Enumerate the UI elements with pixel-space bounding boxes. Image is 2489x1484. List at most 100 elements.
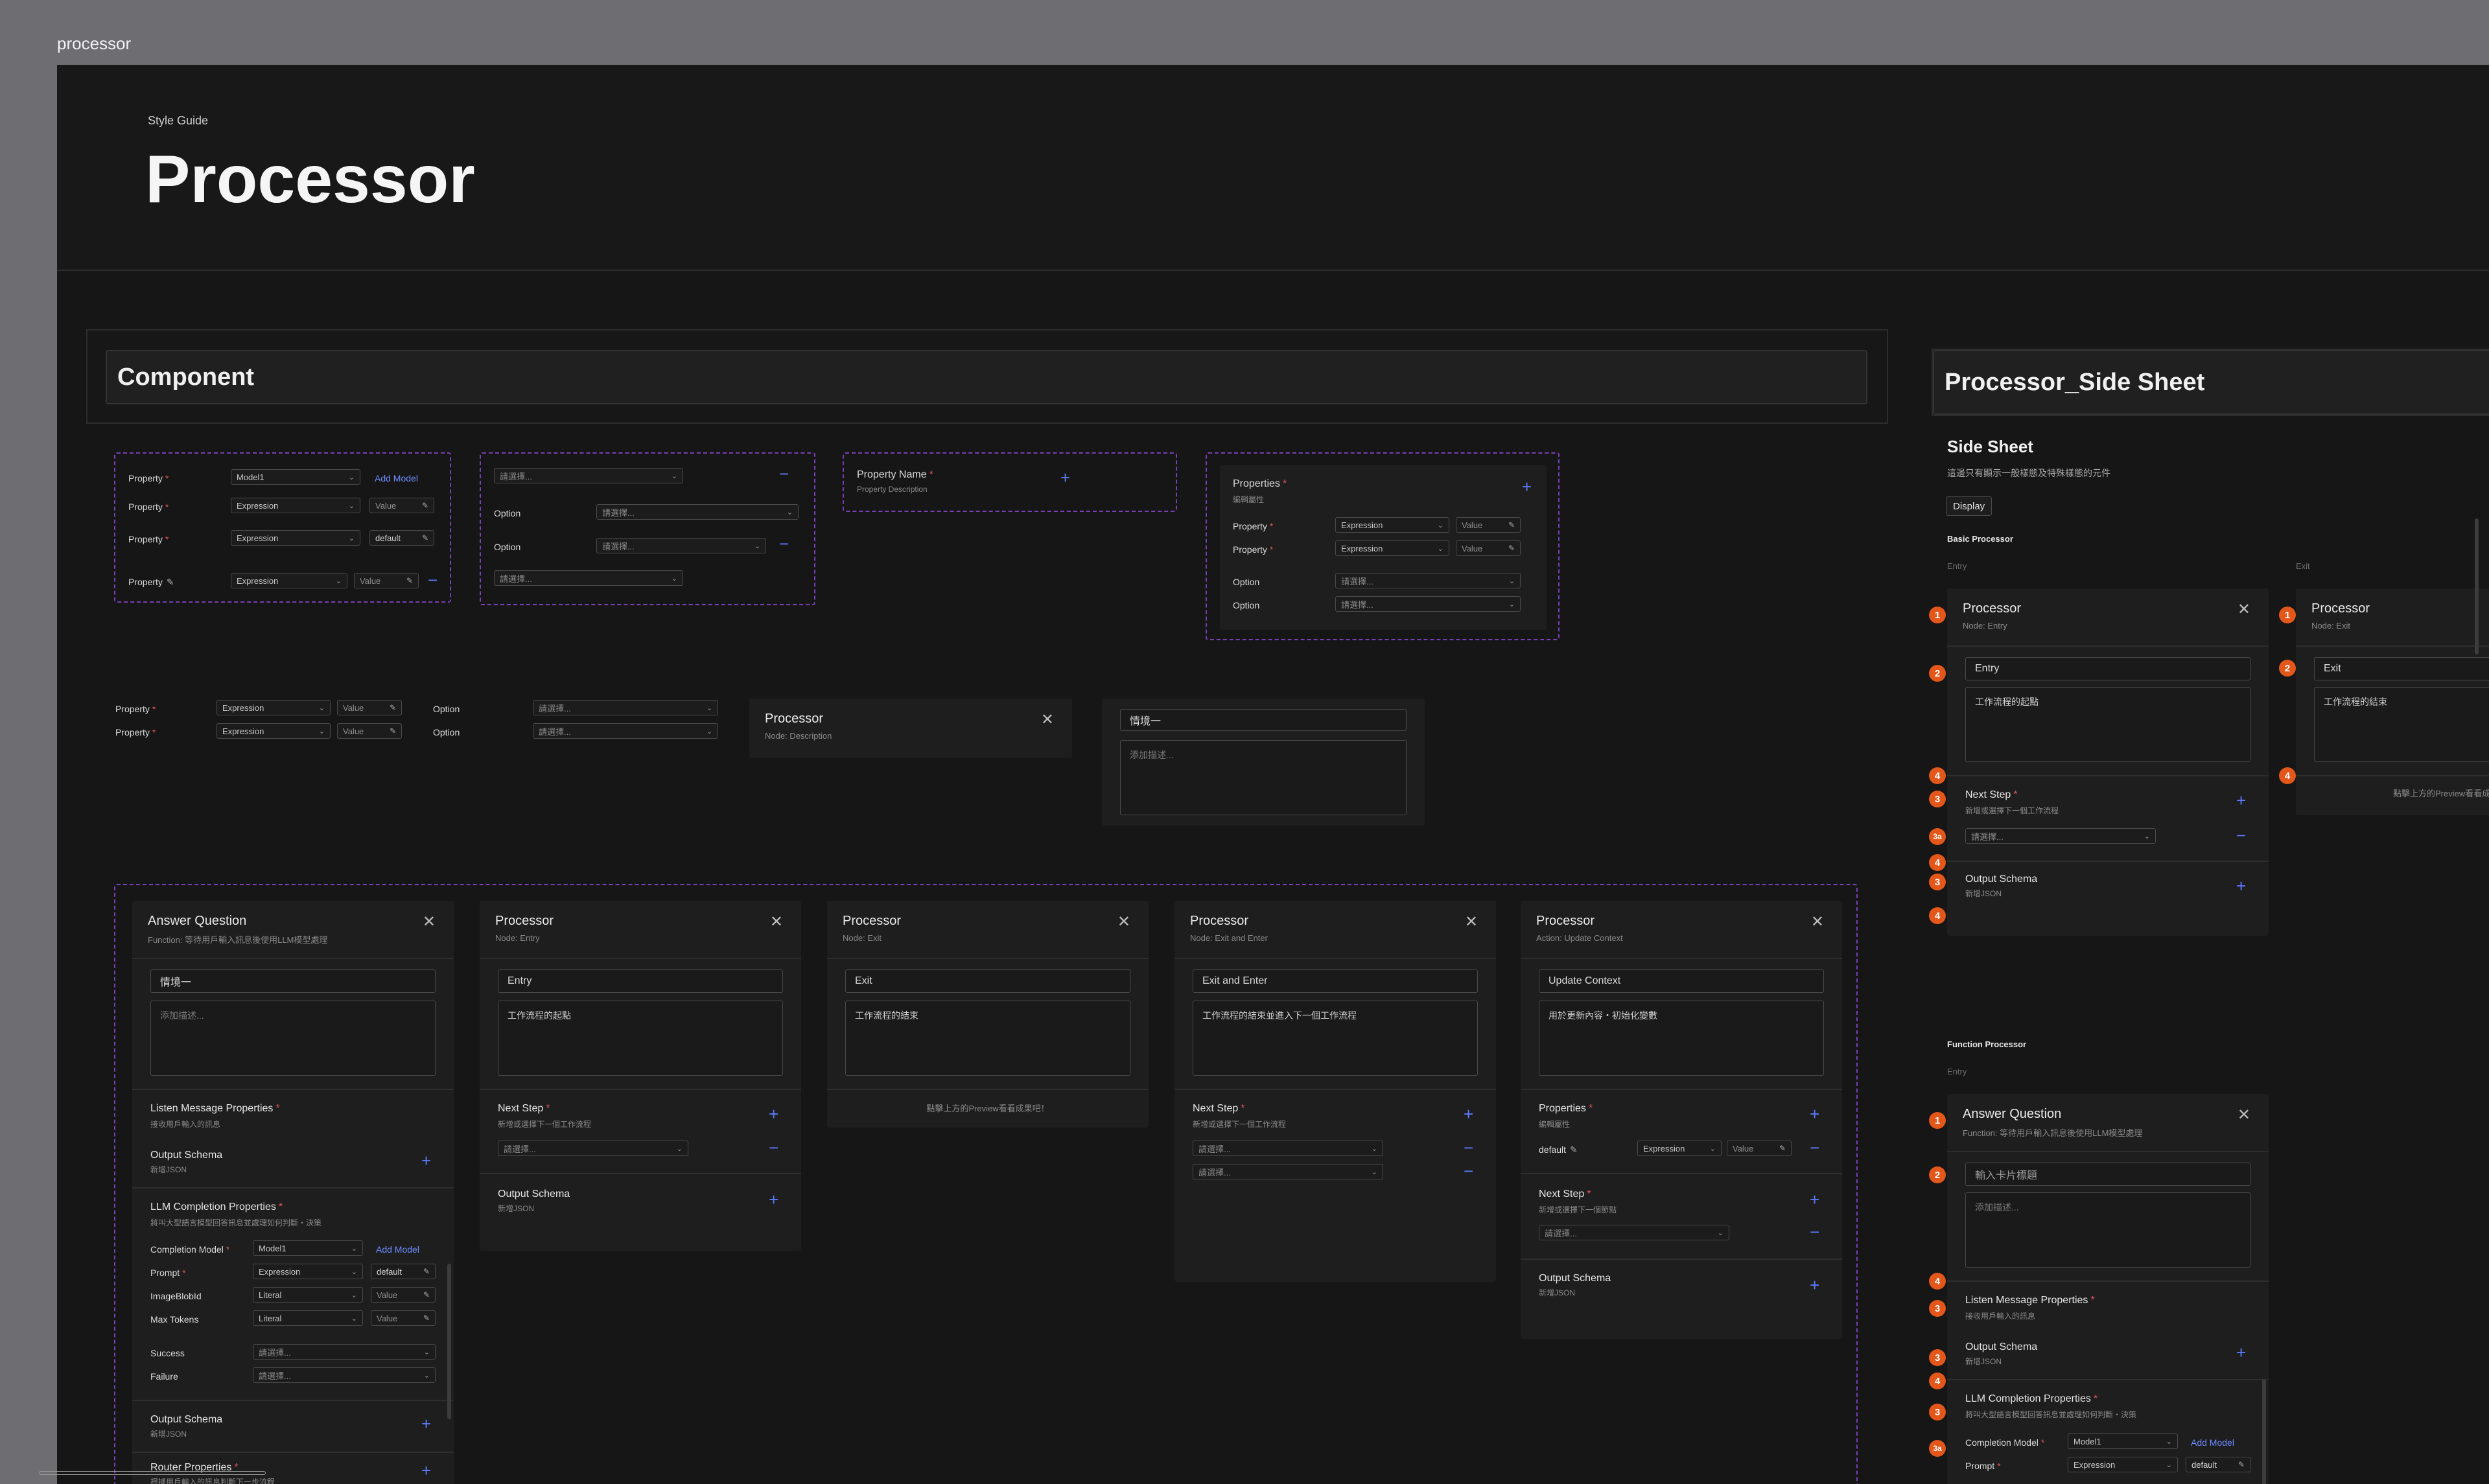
expression-select[interactable]: Expression ⌄ xyxy=(1335,517,1449,533)
close-icon[interactable]: ✕ xyxy=(1811,912,1824,931)
add-icon[interactable]: + xyxy=(1464,1106,1473,1122)
name-input[interactable]: Entry xyxy=(1965,657,2250,680)
add-icon[interactable]: + xyxy=(421,1152,431,1169)
option-select[interactable]: 請選擇... ⌄ xyxy=(1335,596,1521,612)
description-textarea[interactable]: 工作流程的結束 xyxy=(2314,687,2489,762)
value-field[interactable]: Value ✎ xyxy=(371,1310,436,1326)
add-icon[interactable]: + xyxy=(2236,792,2246,809)
remove-icon[interactable]: − xyxy=(779,535,789,552)
value-field[interactable]: Value ✎ xyxy=(354,573,419,588)
expression-select[interactable]: Expression ⌄ xyxy=(1335,540,1449,556)
add-icon[interactable]: + xyxy=(1810,1277,1819,1293)
scrollbar[interactable] xyxy=(447,1264,451,1419)
close-icon[interactable]: ✕ xyxy=(423,912,436,931)
remove-icon[interactable]: − xyxy=(1810,1223,1819,1240)
remove-icon[interactable]: − xyxy=(769,1139,778,1156)
expression-select[interactable]: Expression ⌄ xyxy=(253,1264,363,1279)
expression-select[interactable]: Expression ⌄ xyxy=(231,530,360,546)
option-select[interactable]: 請選擇... ⌄ xyxy=(596,538,766,553)
close-icon[interactable]: ✕ xyxy=(770,912,783,931)
scenario-input[interactable]: 情境一 xyxy=(150,969,436,993)
add-icon[interactable]: + xyxy=(1810,1106,1819,1122)
next-step-select[interactable]: 請選擇... ⌄ xyxy=(1193,1164,1383,1179)
add-model-link[interactable]: Add Model xyxy=(2191,1437,2234,1448)
default-field[interactable]: default ✎ xyxy=(371,1264,436,1279)
next-step-select[interactable]: 請選擇... ⌄ xyxy=(498,1141,688,1156)
expression-select[interactable]: Expression ⌄ xyxy=(2068,1457,2178,1472)
add-icon[interactable]: + xyxy=(1060,469,1070,486)
description-textarea[interactable]: 工作流程的結束並進入下一個工作流程 xyxy=(1193,1001,1478,1076)
expression-select[interactable]: Expression ⌄ xyxy=(231,573,347,588)
expression-select[interactable]: Expression ⌄ xyxy=(216,700,331,715)
next-step-select[interactable]: 請選擇... ⌄ xyxy=(1539,1225,1729,1240)
option-select[interactable]: 請選擇... ⌄ xyxy=(533,700,718,715)
description-textarea[interactable]: 添加描述... xyxy=(1120,740,1407,815)
description-textarea[interactable]: 工作流程的起點 xyxy=(1965,687,2250,762)
default-field[interactable]: default ✎ xyxy=(369,530,434,546)
next-step-select[interactable]: 請選擇... ⌄ xyxy=(1965,828,2156,844)
description-textarea[interactable]: 工作流程的起點 xyxy=(498,1001,783,1076)
add-icon[interactable]: + xyxy=(1810,1191,1819,1208)
value-field[interactable]: Value ✎ xyxy=(337,700,402,715)
scrollbar[interactable] xyxy=(2262,1379,2266,1484)
option-select[interactable]: 請選擇... ⌄ xyxy=(533,723,718,739)
display-button[interactable]: Display xyxy=(1946,496,1992,516)
model-select[interactable]: Model1 ⌄ xyxy=(231,469,360,485)
add-icon[interactable]: + xyxy=(769,1191,778,1208)
add-icon[interactable]: + xyxy=(421,1415,431,1432)
expression-select[interactable]: Expression ⌄ xyxy=(231,498,360,513)
option-select[interactable]: 請選擇... ⌄ xyxy=(596,504,799,520)
horizontal-scrollbar[interactable] xyxy=(39,1471,266,1475)
expression-select[interactable]: Expression ⌄ xyxy=(1637,1141,1722,1156)
option-select[interactable]: 請選擇... ⌄ xyxy=(494,468,683,483)
value-field[interactable]: Value ✎ xyxy=(1456,540,1521,556)
expression-select[interactable]: Expression ⌄ xyxy=(216,723,331,739)
card-title-input[interactable]: 輸入卡片標題 xyxy=(1965,1163,2250,1186)
success-select[interactable]: 請選擇... ⌄ xyxy=(253,1344,436,1360)
name-input[interactable]: Entry xyxy=(498,969,783,993)
literal-select[interactable]: Literal ⌄ xyxy=(253,1287,363,1303)
remove-icon[interactable]: − xyxy=(2236,827,2246,844)
add-model-link[interactable]: Add Model xyxy=(375,473,418,483)
scenario-input[interactable]: 情境一 xyxy=(1120,709,1407,731)
description-textarea[interactable]: 用於更新內容・初始化變數 xyxy=(1539,1001,1824,1076)
option-select[interactable]: 請選擇... ⌄ xyxy=(1335,573,1521,588)
value-field[interactable]: Value ✎ xyxy=(1727,1141,1792,1156)
name-input[interactable]: Update Context xyxy=(1539,969,1824,993)
option-select[interactable]: 請選擇... ⌄ xyxy=(494,570,683,586)
add-icon[interactable]: + xyxy=(1522,478,1532,495)
description-textarea[interactable]: 添加描述... xyxy=(1965,1192,2250,1268)
name-input[interactable]: Exit xyxy=(845,969,1130,993)
close-icon[interactable]: ✕ xyxy=(1465,912,1478,931)
close-icon[interactable]: ✕ xyxy=(2238,1106,2250,1124)
close-icon[interactable]: ✕ xyxy=(2238,600,2250,619)
close-icon[interactable]: ✕ xyxy=(1117,912,1130,931)
name-input[interactable]: Exit and Enter xyxy=(1193,969,1478,993)
close-icon[interactable]: ✕ xyxy=(1041,710,1054,729)
value-field[interactable]: Value ✎ xyxy=(337,723,402,739)
side-section-title: Processor_Side Sheet xyxy=(1933,350,2489,415)
add-icon[interactable]: + xyxy=(2236,877,2246,894)
remove-icon[interactable]: − xyxy=(1464,1139,1473,1156)
value-field[interactable]: Value ✎ xyxy=(369,498,434,513)
next-step-select[interactable]: 請選擇... ⌄ xyxy=(1193,1141,1383,1156)
remove-icon[interactable]: − xyxy=(1810,1139,1819,1156)
add-icon[interactable]: + xyxy=(421,1462,431,1479)
add-icon[interactable]: + xyxy=(769,1106,778,1122)
add-model-link[interactable]: Add Model xyxy=(376,1244,419,1255)
remove-icon[interactable]: − xyxy=(428,572,438,588)
model-select[interactable]: Model1 ⌄ xyxy=(253,1240,363,1256)
value-field[interactable]: Value ✎ xyxy=(1456,517,1521,533)
remove-icon[interactable]: − xyxy=(1464,1163,1473,1179)
description-textarea[interactable]: 工作流程的結束 xyxy=(845,1001,1130,1076)
failure-select[interactable]: 請選擇... ⌄ xyxy=(253,1367,436,1383)
literal-select[interactable]: Literal ⌄ xyxy=(253,1310,363,1326)
default-field[interactable]: default ✎ xyxy=(2186,1457,2250,1472)
remove-icon[interactable]: − xyxy=(779,465,789,482)
model-select[interactable]: Model1 ⌄ xyxy=(2068,1433,2178,1449)
add-icon[interactable]: + xyxy=(2236,1344,2246,1361)
scrollbar[interactable] xyxy=(2475,518,2479,655)
value-field[interactable]: Value ✎ xyxy=(371,1287,436,1303)
description-textarea[interactable]: 添加描述... xyxy=(150,1001,436,1076)
name-input[interactable]: Exit xyxy=(2314,657,2489,680)
